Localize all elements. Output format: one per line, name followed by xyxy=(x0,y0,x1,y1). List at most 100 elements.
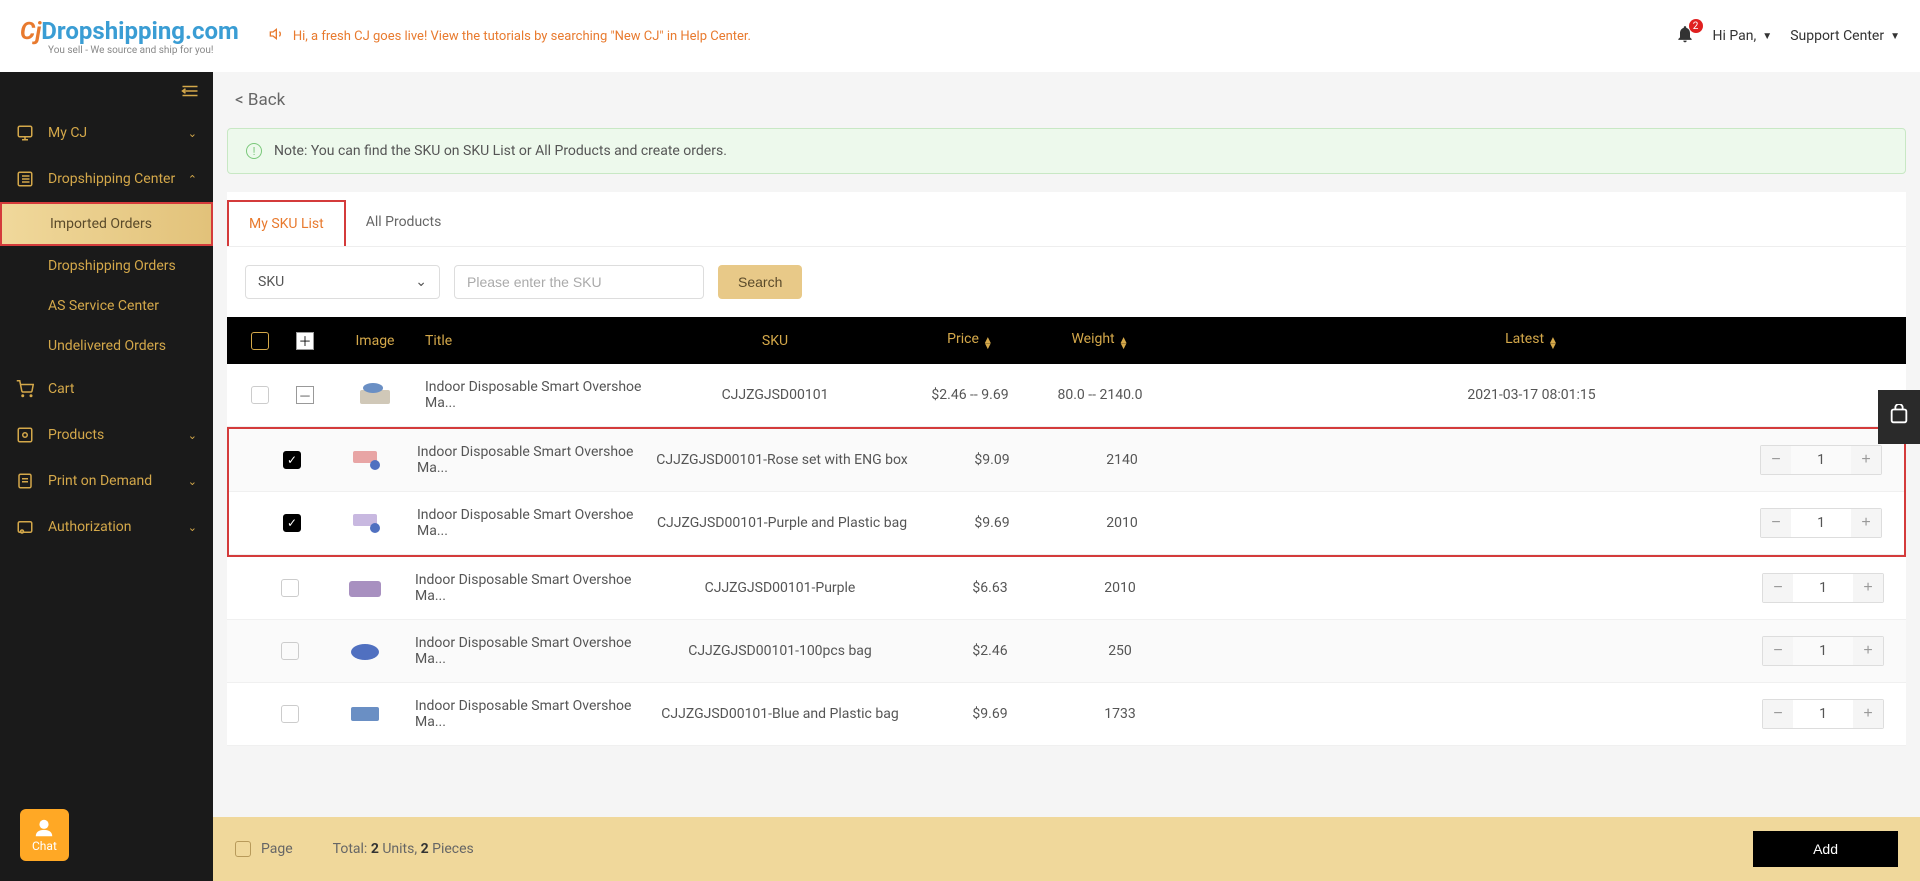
product-sku: CJJZGJSD00101-Blue and Plastic bag xyxy=(635,706,925,722)
main-content: < Back ! Note: You can find the SKU on S… xyxy=(213,72,1920,881)
sidebar-item-dropshipping-center[interactable]: Dropshipping Center ⌃ xyxy=(0,156,213,202)
banner-text: Hi, a fresh CJ goes live! View the tutor… xyxy=(293,29,751,44)
collapse-button[interactable]: － xyxy=(296,386,314,404)
sidebar-item-products[interactable]: Products ⌄ xyxy=(0,412,213,458)
user-name: Hi Pan, xyxy=(1713,28,1757,44)
row-checkbox[interactable] xyxy=(283,451,301,469)
qty-minus[interactable]: − xyxy=(1763,574,1793,602)
product-weight: 2140 xyxy=(1057,452,1187,468)
back-button[interactable]: < Back xyxy=(213,72,1920,128)
qty-value: 1 xyxy=(1791,452,1851,468)
sidebar-item-authorization[interactable]: Authorization ⌄ xyxy=(0,504,213,550)
side-cart-button[interactable] xyxy=(1878,390,1920,444)
user-dropdown[interactable]: Hi Pan,▼ xyxy=(1713,28,1773,44)
product-price: $6.63 xyxy=(925,580,1055,596)
sidebar-item-label: Undelivered Orders xyxy=(48,338,166,354)
table-row: Indoor Disposable Smart Overshoe Ma... C… xyxy=(229,429,1904,492)
qty-plus[interactable]: + xyxy=(1853,574,1883,602)
logo-text: Dropshipping.com xyxy=(41,17,239,45)
sidebar-item-as-service-center[interactable]: AS Service Center xyxy=(0,286,213,326)
qty-plus[interactable]: + xyxy=(1853,700,1883,728)
product-sku: CJJZGJSD00101-100pcs bag xyxy=(635,643,925,659)
product-title: Indoor Disposable Smart Overshoe Ma... xyxy=(417,444,637,476)
sidebar-item-label: My CJ xyxy=(48,125,87,141)
expand-all-button[interactable]: ＋ xyxy=(296,332,314,350)
product-image xyxy=(345,634,385,664)
tab-my-sku-list[interactable]: My SKU List xyxy=(227,200,346,246)
pieces-label: Pieces xyxy=(432,841,474,857)
search-button[interactable]: Search xyxy=(718,265,802,299)
auth-icon xyxy=(16,518,34,536)
tab-all-products[interactable]: All Products xyxy=(346,200,462,246)
row-checkbox[interactable] xyxy=(251,386,269,404)
sidebar-item-my-cj[interactable]: My CJ ⌄ xyxy=(0,110,213,156)
add-button[interactable]: Add xyxy=(1753,831,1898,867)
product-weight: 1733 xyxy=(1055,706,1185,722)
pieces-count: 2 xyxy=(421,841,429,857)
chat-button[interactable]: Chat xyxy=(20,809,69,861)
notification-count: 2 xyxy=(1689,19,1703,33)
chevron-down-icon: ⌄ xyxy=(188,127,197,140)
qty-plus[interactable]: + xyxy=(1851,509,1881,537)
sidebar-item-label: Dropshipping Center xyxy=(48,171,175,187)
qty-minus[interactable]: − xyxy=(1761,509,1791,537)
qty-plus[interactable]: + xyxy=(1851,446,1881,474)
qty-minus[interactable]: − xyxy=(1763,700,1793,728)
product-image xyxy=(345,571,385,601)
col-price[interactable]: Price▲▼ xyxy=(905,331,1035,350)
sidebar: My CJ ⌄ Dropshipping Center ⌃ Imported O… xyxy=(0,72,213,881)
units-label: Units, xyxy=(382,841,417,857)
table-row: － Indoor Disposable Smart Overshoe Ma...… xyxy=(227,364,1906,427)
col-sku: SKU xyxy=(645,333,905,349)
units-count: 2 xyxy=(371,841,379,857)
row-checkbox[interactable] xyxy=(283,514,301,532)
box-icon xyxy=(16,426,34,444)
product-image xyxy=(347,443,387,473)
sku-input[interactable] xyxy=(454,265,704,299)
sidebar-item-undelivered-orders[interactable]: Undelivered Orders xyxy=(0,326,213,366)
qty-value: 1 xyxy=(1793,706,1853,722)
product-price: $2.46 xyxy=(925,643,1055,659)
row-checkbox[interactable] xyxy=(281,579,299,597)
col-latest[interactable]: Latest▲▼ xyxy=(1165,331,1898,350)
support-dropdown[interactable]: Support Center▼ xyxy=(1790,28,1900,44)
qty-minus[interactable]: − xyxy=(1761,446,1791,474)
sidebar-item-label: AS Service Center xyxy=(48,298,159,314)
dashboard-icon xyxy=(16,124,34,142)
panel: My SKU List All Products SKU ⌄ Search ＋ … xyxy=(227,192,1906,746)
qty-plus[interactable]: + xyxy=(1853,637,1883,665)
chevron-down-icon: ⌄ xyxy=(188,429,197,442)
quantity-stepper[interactable]: −1+ xyxy=(1762,699,1884,729)
table-header: ＋ Image Title SKU Price▲▼ Weight▲▼ Lates… xyxy=(227,317,1906,364)
filter-select[interactable]: SKU ⌄ xyxy=(245,265,440,299)
table-row: Indoor Disposable Smart Overshoe Ma... C… xyxy=(227,557,1906,620)
page-checkbox[interactable] xyxy=(235,841,251,857)
quantity-stepper[interactable]: −1+ xyxy=(1760,445,1882,475)
logo[interactable]: CjDropshipping.com You sell - We source … xyxy=(20,17,239,56)
row-checkbox[interactable] xyxy=(281,642,299,660)
col-weight[interactable]: Weight▲▼ xyxy=(1035,331,1165,350)
sidebar-item-dropshipping-orders[interactable]: Dropshipping Orders xyxy=(0,246,213,286)
row-checkbox[interactable] xyxy=(281,705,299,723)
quantity-stepper[interactable]: −1+ xyxy=(1760,508,1882,538)
sidebar-collapse-button[interactable] xyxy=(0,72,213,110)
chevron-up-icon: ⌃ xyxy=(188,173,197,186)
product-weight: 2010 xyxy=(1055,580,1185,596)
notifications-icon[interactable]: 2 xyxy=(1675,24,1695,48)
product-sku: CJJZGJSD00101-Rose set with ENG box xyxy=(637,452,927,468)
sidebar-item-imported-orders[interactable]: Imported Orders xyxy=(0,202,213,246)
sidebar-item-label: Dropshipping Orders xyxy=(48,258,176,274)
quantity-stepper[interactable]: −1+ xyxy=(1762,573,1884,603)
select-all-checkbox[interactable] xyxy=(251,332,269,350)
sidebar-item-print-on-demand[interactable]: Print on Demand ⌄ xyxy=(0,458,213,504)
qty-minus[interactable]: − xyxy=(1763,637,1793,665)
quantity-stepper[interactable]: −1+ xyxy=(1762,636,1884,666)
sidebar-item-cart[interactable]: Cart xyxy=(0,366,213,412)
sidebar-item-label: Cart xyxy=(48,381,74,397)
table-row: Indoor Disposable Smart Overshoe Ma... C… xyxy=(229,492,1904,555)
sidebar-item-label: Products xyxy=(48,427,104,443)
caret-down-icon: ▼ xyxy=(1890,31,1900,42)
tabs: My SKU List All Products xyxy=(227,192,1906,247)
info-note: ! Note: You can find the SKU on SKU List… xyxy=(227,128,1906,174)
chat-label: Chat xyxy=(32,839,57,853)
